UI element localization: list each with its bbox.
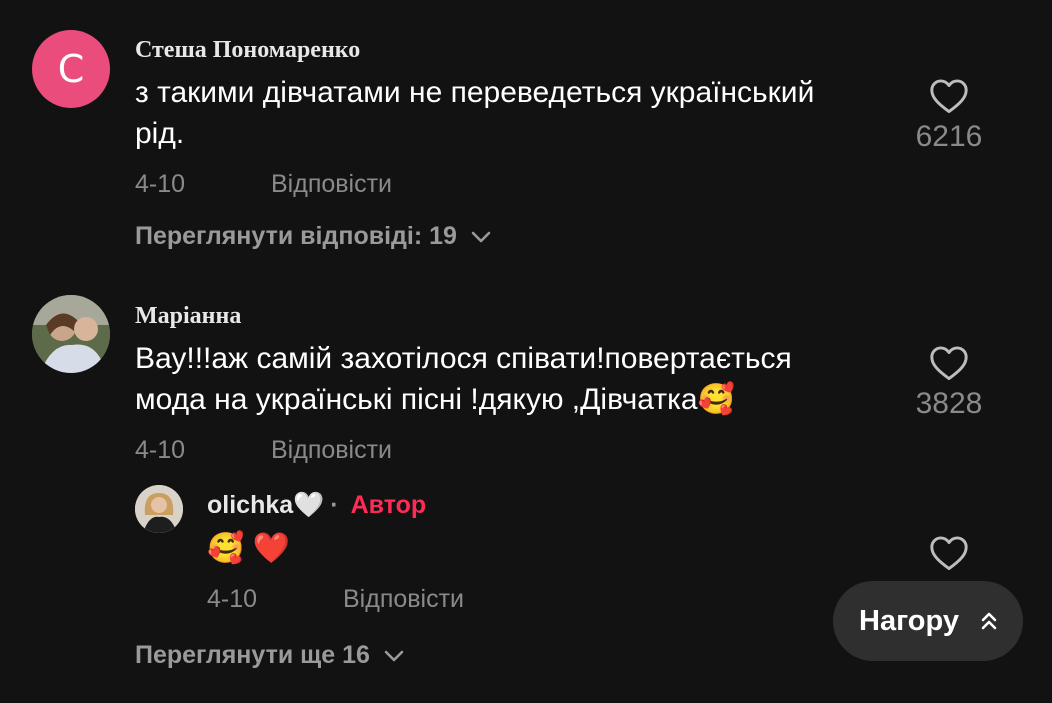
comments-panel: С Стеша Пономаренко з такими дівчатами н…: [0, 0, 1052, 703]
view-more-button[interactable]: Переглянути ще 16: [135, 641, 404, 670]
view-more-label: Переглянути ще 16: [135, 641, 370, 669]
avatar-photo: [32, 295, 110, 373]
heart-outline-icon: [930, 346, 968, 381]
reply-button[interactable]: Відповісти: [343, 585, 464, 614]
reply-button[interactable]: Відповісти: [271, 170, 392, 199]
avatar-letter: С: [57, 47, 85, 91]
chevron-down-icon: [471, 231, 491, 242]
reply-text: 🥰 ❤️: [207, 532, 291, 565]
like-button[interactable]: [904, 535, 994, 571]
view-replies-label: Переглянути відповіді: 19: [135, 222, 457, 250]
like-count: 6216: [915, 120, 983, 153]
scroll-to-top-button[interactable]: Нагору: [833, 581, 1023, 661]
comment-text: Вау!!!аж самій захотілося співати!поверт…: [135, 342, 792, 416]
comment-username[interactable]: Стеша Пономаренко: [135, 37, 360, 64]
avatar-photo: [135, 485, 183, 533]
reply-button[interactable]: Відповісти: [271, 436, 392, 465]
reply-date: 4-10: [207, 585, 258, 613]
like-button[interactable]: 3828: [904, 345, 994, 421]
scroll-to-top-label: Нагору: [859, 604, 959, 637]
like-button[interactable]: 6216: [904, 78, 994, 154]
comment-text: з такими дівчатами не переведеться украї…: [135, 76, 815, 150]
separator-dot: ·: [330, 491, 339, 519]
author-badge: Автор: [350, 491, 427, 519]
reply-author: olichka🤍 · Автор: [207, 491, 426, 520]
comment-date: 4-10: [135, 436, 186, 464]
avatar[interactable]: С: [32, 30, 110, 108]
heart-outline-icon: [930, 536, 968, 571]
like-count: 3828: [915, 387, 983, 420]
comment-username[interactable]: Маріанна: [135, 303, 241, 330]
comment-date: 4-10: [135, 170, 186, 198]
heart-outline-icon: [930, 79, 968, 114]
avatar[interactable]: [32, 295, 110, 373]
chevron-down-icon: [384, 650, 404, 661]
reply-username[interactable]: olichka🤍: [207, 491, 324, 520]
view-replies-button[interactable]: Переглянути відповіді: 19: [135, 222, 491, 251]
double-chevron-up-icon: [981, 612, 997, 630]
reply-avatar[interactable]: [135, 485, 183, 533]
